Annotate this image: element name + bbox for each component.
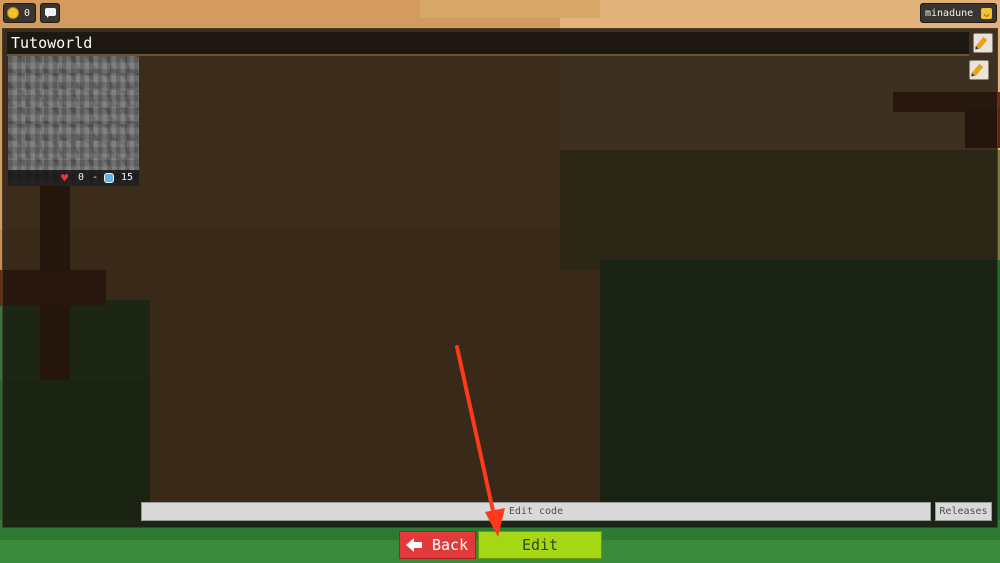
tutorial-arrow: [455, 345, 505, 537]
tutorial-arrow-shaft: [455, 345, 497, 522]
game-scene: 0 minadune ◡ Tutoworld ♥ 0 - 15 Edit cod…: [0, 0, 1000, 563]
tutorial-arrow-head: [485, 508, 505, 537]
